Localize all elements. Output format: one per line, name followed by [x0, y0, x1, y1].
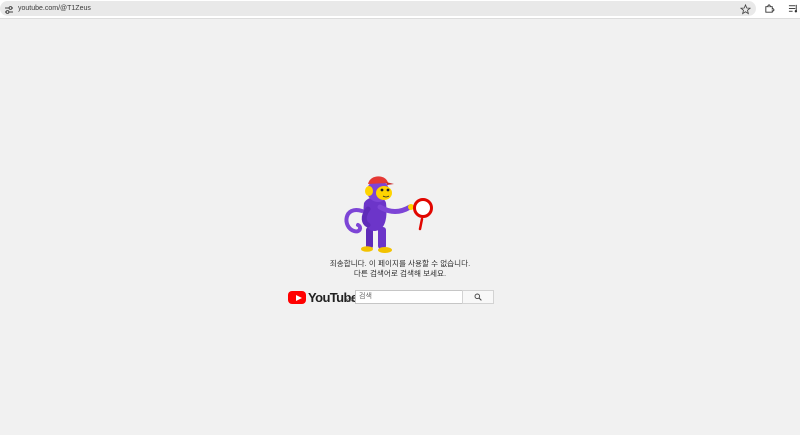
extensions-puzzle-icon[interactable]	[764, 3, 775, 14]
monkey-illustration	[344, 176, 433, 253]
error-message-line-1: 죄송합니다. 이 페이지를 사용할 수 없습니다.	[329, 259, 471, 268]
search-row: YouTube KR 검색	[287, 289, 497, 305]
media-controls-icon[interactable]	[788, 3, 799, 14]
region-code: KR	[346, 298, 353, 304]
error-message: 죄송합니다. 이 페이지를 사용할 수 없습니다. 다른 검색어로 검색해 보세…	[250, 259, 550, 279]
error-message-line-2: 다른 검색어로 검색해 보세요.	[353, 269, 447, 278]
page-content: 죄송합니다. 이 페이지를 사용할 수 없습니다. 다른 검색어로 검색해 보세…	[0, 19, 800, 435]
search-icon	[474, 293, 482, 301]
search-button[interactable]	[462, 290, 494, 304]
address-url[interactable]: youtube.com/@T1Zeus	[18, 4, 91, 14]
search-input[interactable]: 검색	[355, 290, 468, 304]
bookmark-star-icon[interactable]	[740, 4, 751, 15]
address-bar[interactable]: youtube.com/@T1Zeus	[0, 1, 756, 16]
browser-toolbar: youtube.com/@T1Zeus	[0, 0, 800, 19]
youtube-logo[interactable]: YouTube KR	[287, 290, 358, 306]
search-placeholder: 검색	[359, 293, 372, 300]
youtube-play-icon	[288, 291, 306, 304]
site-settings-icon[interactable]	[3, 4, 15, 16]
